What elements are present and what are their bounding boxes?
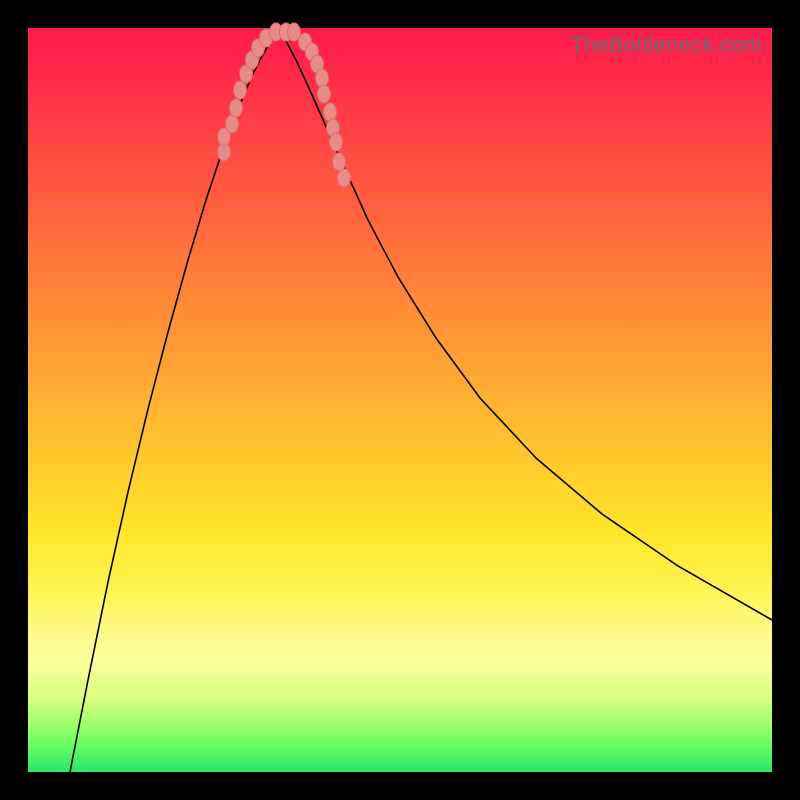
sample-dot xyxy=(226,115,239,133)
curve-left xyxy=(70,32,278,772)
sample-dots-group xyxy=(218,23,351,187)
curve-right xyxy=(278,32,772,620)
sample-dot xyxy=(318,85,331,103)
plot-area: TheBottleneck.com xyxy=(28,28,772,772)
sample-dot xyxy=(234,81,247,99)
sample-dot xyxy=(230,99,243,117)
sample-dot xyxy=(324,103,337,121)
sample-dot xyxy=(316,69,329,87)
sample-dot xyxy=(338,169,351,187)
sample-dot xyxy=(333,153,346,171)
curve-svg xyxy=(28,28,772,772)
chart-frame: TheBottleneck.com xyxy=(0,0,800,800)
sample-dot xyxy=(330,133,343,151)
